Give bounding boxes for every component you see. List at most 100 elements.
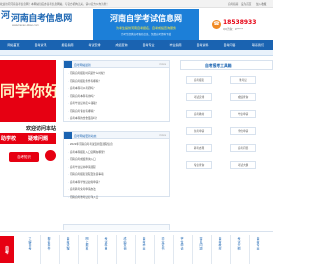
site-logo[interactable]: 河南自考信息网 (11, 11, 72, 24)
divider (230, 235, 231, 264)
bottom-quick-links: 自考 了解自考 报名条件 自考流程 网上报名 考试科目 成绩查询 自考毕业 毕业… (0, 231, 273, 266)
welcome-bar: 助学校 疑难问题 (0, 133, 56, 144)
tool-button[interactable]: 毕业申请 (230, 110, 256, 118)
panel-latest-title[interactable]: 自考网站最新 (74, 63, 91, 67)
quick-link[interactable]: 考试大纲 (237, 237, 241, 250)
tool-button[interactable]: 免考申请 (186, 127, 212, 135)
quick-link[interactable]: 报名条件 (47, 237, 51, 250)
nav-item-contact[interactable]: 联系我们 (243, 40, 273, 50)
contact-qq[interactable]: QQ咨询：9***** (223, 27, 243, 31)
knowledge-button[interactable]: 自考知识 (9, 152, 39, 162)
list-item[interactable]: 河南自考报名流程及注意事项 (68, 171, 165, 179)
list-item[interactable]: 河南自考准考证打印入口 (68, 194, 165, 202)
nav-item-majors[interactable]: 自考专业 (135, 40, 162, 50)
list-item[interactable]: 河南自考成绩查询入口 (68, 156, 165, 164)
toolbox-header: 自考报考工具箱 (180, 60, 273, 70)
tool-button[interactable]: 自考问答 (230, 144, 256, 152)
panel-updates-more[interactable]: more (159, 134, 166, 137)
top-link-favorite[interactable]: 加入收藏 (256, 2, 266, 6)
hero-text: 同学你好 (0, 82, 56, 100)
tool-button[interactable]: 成绩查询 (230, 93, 256, 101)
tool-button[interactable]: 考试安排 (186, 93, 212, 101)
welcome-left-badge[interactable]: 助学校 (1, 135, 16, 142)
list-item[interactable]: 自考本科的含金量高吗？ (68, 115, 165, 123)
list-item[interactable]: 河南自考报名条件有哪些？ (68, 78, 165, 86)
phone-icon: ☎ (212, 20, 221, 29)
nav-item-scores[interactable]: 成绩查询 (108, 40, 135, 50)
toolbox-title: 自考报考工具箱 (205, 63, 232, 68)
divider (154, 235, 155, 264)
quick-link[interactable]: 自考专业 (256, 237, 260, 250)
list-item[interactable]: 自考本科学位证如何申请？ (68, 179, 165, 187)
quick-link[interactable]: 毕业证书 (161, 237, 165, 250)
top-bar: 欢迎访问河南自考信息网！本网站为民办自考信息网站，与官方机构无关，请以官方公布为… (0, 0, 273, 8)
divider (78, 235, 79, 264)
hero-banner[interactable]: 同学你好 (0, 60, 56, 122)
logo-mark[interactable]: 河 (1, 11, 11, 22)
header-banner: 河南自学考试信息网 为考生提供河南自考报名、自考成绩查询服务 为考生提供自考报名… (93, 9, 199, 40)
divider (59, 235, 60, 264)
quick-link[interactable]: 常见问题 (199, 237, 203, 250)
contact-phone: 18538933 (223, 19, 257, 26)
list-item[interactable]: 河南自考专业有哪些？ (68, 108, 165, 116)
divider (40, 235, 41, 264)
nav-item-news[interactable]: 自考资讯 (27, 40, 54, 50)
quick-link[interactable]: 成绩查询 (123, 237, 127, 250)
tool-button[interactable]: 自考教材 (186, 110, 212, 118)
divider (211, 235, 212, 264)
welcome-title: 欢迎访问本站 (25, 126, 56, 132)
quick-link[interactable]: 了解自考 (28, 237, 32, 250)
divider (135, 235, 136, 264)
list-item[interactable]: 自考本科报名入口官网在哪里？ (68, 149, 165, 157)
list-item[interactable]: 自考转考免考申请办法 (68, 186, 165, 194)
tool-button[interactable]: 自考报名 (186, 76, 212, 84)
welcome-right-badge[interactable]: 疑难问题 (28, 135, 48, 142)
list-item[interactable]: 河南自考本科有用吗？ (68, 93, 165, 101)
banner-tagline: 为考生提供自考报名信息、免费自考资料下载 (120, 33, 171, 36)
nav-item-signup[interactable]: 报名指南 (54, 40, 81, 50)
list-item[interactable]: 河南自考报名时间是什么时候？ (68, 70, 165, 78)
tool-button[interactable]: 准考证 (230, 76, 256, 84)
tool-button[interactable]: 转考办理 (186, 144, 212, 152)
nav-item-schedule[interactable]: 考试安排 (81, 40, 108, 50)
quick-link[interactable]: 考试科目 (104, 237, 108, 250)
site-url: www.henan-zikao.com (12, 24, 39, 27)
list-item[interactable]: 自考毕业证书申请流程 (68, 164, 165, 172)
panel-updates-header: 自考网站更新动态 more (64, 132, 169, 139)
quick-link[interactable]: 网上报名 (85, 237, 89, 250)
quick-link[interactable]: 自考毕业 (142, 237, 146, 250)
divider (192, 235, 193, 264)
seal-icon (45, 150, 56, 161)
panel-updates: 自考网站更新动态 more 2022年河南自考考试安排及课程信息 自考本科报名入… (63, 131, 170, 199)
panel-tab-mark (64, 132, 72, 139)
tool-button[interactable]: 专业查询 (186, 161, 212, 169)
nav-item-home[interactable]: 网站首页 (0, 40, 27, 50)
quick-link[interactable]: 学位申请 (180, 237, 184, 250)
list-item[interactable]: 自考本科可以考研吗？ (68, 85, 165, 93)
nav-item-qa[interactable]: 自考问答 (216, 40, 243, 50)
sub-nav-strip (0, 50, 273, 56)
tool-button[interactable]: 学位申请 (230, 127, 256, 135)
bottom-label: 自考 (0, 236, 14, 263)
panel-latest-header: 自考网站最新 more (64, 61, 169, 68)
tool-button[interactable]: 考试大纲 (230, 161, 256, 169)
panel-updates-title[interactable]: 自考网站更新动态 (74, 134, 96, 138)
top-link-guide[interactable]: 自考指南 (228, 2, 238, 6)
panel-tab-mark (64, 61, 72, 68)
list-item[interactable]: 2022年河南自考考试安排及课程信息 (68, 141, 165, 149)
nav-item-materials[interactable]: 自考资料 (189, 40, 216, 50)
divider (249, 235, 250, 264)
tool-strip (63, 224, 170, 230)
quick-link[interactable]: 自考教材 (218, 237, 222, 250)
divider (97, 235, 98, 264)
divider (116, 235, 117, 264)
banner-subtitle: 为考生提供河南自考报名、自考成绩查询服务 (115, 26, 176, 30)
panel-latest-more[interactable]: more (159, 63, 166, 66)
list-item[interactable]: 自考毕业证书怎么领取？ (68, 100, 165, 108)
quick-link[interactable]: 自考流程 (66, 237, 70, 250)
nav-item-graduation[interactable]: 毕业指南 (162, 40, 189, 50)
divider (173, 235, 174, 264)
panel-latest: 自考网站最新 more 河南自考报名时间是什么时候？ 河南自考报名条件有哪些？ … (63, 60, 170, 122)
top-notice: 欢迎访问河南自考信息网！本网站为民办自考信息网站，与官方机构无关，请以官方公布为… (0, 3, 109, 6)
top-link-homepage[interactable]: 设为首页 (241, 2, 251, 6)
